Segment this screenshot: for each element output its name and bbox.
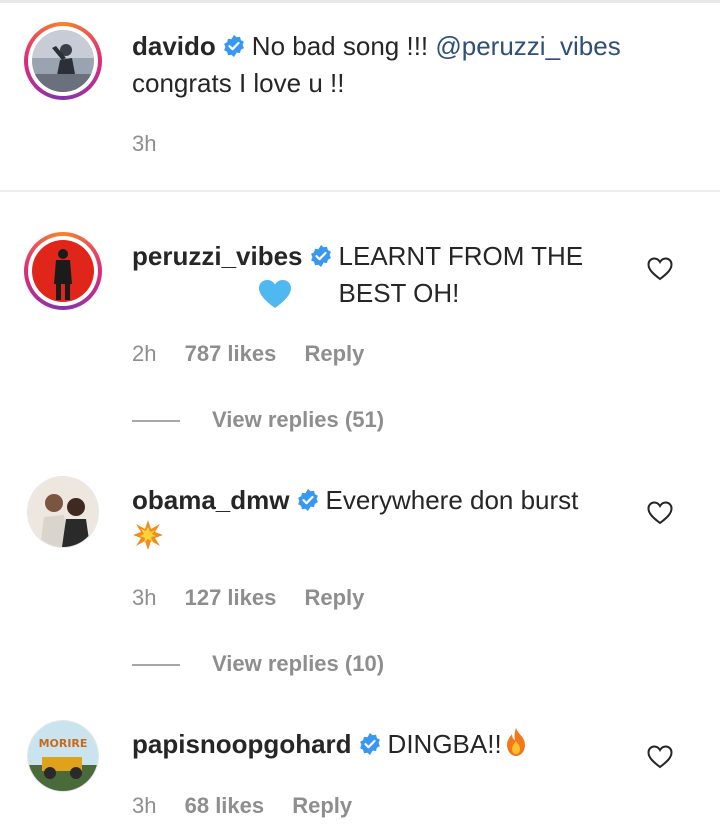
blue-heart-icon [259,280,291,308]
timestamp: 3h [132,131,157,156]
comment-body: DINGBA!! [387,729,502,759]
comment-meta: 2h 787 likes Reply [132,341,386,367]
fire-icon [506,728,525,756]
comment-text: davido No bad song !!! @peruzzi_vibes con… [132,28,632,102]
view-replies-button[interactable]: View replies (51) [132,407,384,433]
avatar[interactable] [27,476,99,548]
avatar-image [28,477,98,547]
verified-badge-icon [359,733,380,755]
verified-badge-icon [310,245,331,267]
replies-line [132,664,180,667]
avatar-image: MORIRE [28,721,98,791]
like-heart-icon[interactable] [647,257,673,281]
timestamp: 3h [132,585,157,610]
avatar-text: MORIRE [39,737,88,750]
comment-meta: 3h 127 likes Reply [132,585,386,611]
collision-icon [133,520,163,550]
comment-text: papisnoopgohard DINGBA!! [132,726,632,763]
comment-meta: 3h 68 likes Reply [132,793,374,819]
avatar[interactable] [24,232,102,310]
username[interactable]: papisnoopgohard [132,729,352,759]
reply-button[interactable]: Reply [292,793,352,818]
avatar-image [32,30,94,92]
avatar[interactable] [24,22,102,100]
timestamp: 3h [132,793,157,818]
replies-line [132,420,180,423]
like-heart-icon[interactable] [647,501,673,525]
view-replies-button[interactable]: View replies (10) [132,651,384,677]
verified-badge-icon [223,35,244,57]
mention-link[interactable]: @peruzzi_vibes [435,31,620,61]
likes-count[interactable]: 127 likes [185,585,277,610]
top-border [0,0,720,3]
username[interactable]: obama_dmw [132,485,290,515]
timestamp: 2h [132,341,157,366]
reply-button[interactable]: Reply [304,341,364,366]
likes-count[interactable]: 68 likes [185,793,265,818]
likes-count[interactable]: 787 likes [185,341,277,366]
comment-text: peruzzi_vibes LEARNT FROM THE BEST OH! [132,238,632,312]
avatar[interactable]: MORIRE [27,720,99,792]
reply-button[interactable]: Reply [304,585,364,610]
view-replies-label: View replies (51) [212,407,385,432]
username[interactable]: peruzzi_vibes [132,241,303,271]
comment-body: No bad song !!! [251,31,436,61]
comment-meta: 3h [132,131,178,157]
comment-text: obama_dmw Everywhere don burst [132,482,632,557]
comment-body-continued: congrats I love u !! [132,68,345,98]
comment-body: LEARNT FROM THE BEST OH! [338,241,584,308]
avatar-image [32,240,94,302]
comment-body: Everywhere don burst [325,485,579,515]
divider [0,190,720,192]
verified-badge-icon [297,489,318,511]
username[interactable]: davido [132,31,216,61]
like-heart-icon[interactable] [647,745,673,769]
view-replies-label: View replies (10) [212,651,385,676]
